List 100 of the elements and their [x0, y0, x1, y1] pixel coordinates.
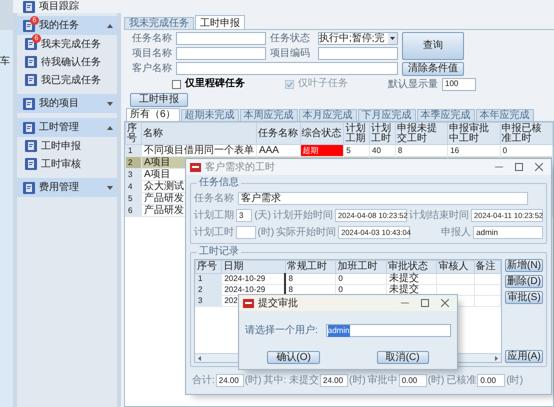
sidebar-group-label: 工时管理: [39, 120, 79, 135]
task-name-field[interactable]: 客户需求: [238, 192, 528, 205]
sidebar-group-header[interactable]: 工时管理: [17, 118, 117, 137]
sidebar-item-label: 我已完成任务: [41, 74, 101, 88]
default-count-field[interactable]: 100: [442, 78, 476, 90]
sidebar-group-label: 我的任务: [39, 18, 79, 33]
field-label: 申报人: [440, 228, 472, 238]
total-field[interactable]: 24.00: [320, 374, 348, 387]
total-label: 已核准: [446, 374, 476, 388]
page-tab[interactable]: 工时申报: [195, 15, 245, 29]
field-label: 计划工时: [194, 228, 234, 238]
table-cell: 0: [336, 274, 386, 284]
row-number-cell[interactable]: 3: [126, 168, 142, 180]
app-title: 项目跟踪: [39, 2, 79, 12]
sidebar-item-label: 工时申报: [41, 140, 81, 154]
field-label: 客户名称: [132, 62, 172, 75]
column-header[interactable]: 名称: [141, 122, 256, 144]
column-header[interactable]: 加班工时: [336, 260, 386, 274]
filter-tab[interactable]: 本月应完成: [298, 109, 357, 121]
field-label: 任务名称: [132, 32, 172, 45]
dialog-action-button[interactable]: 审批(S): [505, 291, 543, 304]
filter-tab[interactable]: 本季应完成: [416, 109, 475, 121]
sidebar-group-label: 我的项目: [39, 96, 79, 111]
folder-document-icon: [23, 122, 35, 134]
unit-label: (时): [428, 374, 444, 388]
field-label: 请选择一个用户:: [245, 324, 318, 338]
scroll-right-icon[interactable]: [493, 354, 500, 362]
user-field[interactable]: admin: [326, 324, 451, 337]
dialog-button[interactable]: 确认(O): [267, 351, 320, 364]
field-label: 计划开始时间: [273, 210, 333, 220]
sidebar-item[interactable]: 我已完成任务: [17, 71, 117, 89]
document-icon: [25, 158, 37, 170]
checkbox[interactable]: [172, 80, 181, 88]
dialog-action-button[interactable]: 新增(N): [505, 259, 543, 272]
row-number-cell[interactable]: 1: [126, 144, 142, 156]
page-tab[interactable]: 我未完成任务: [124, 17, 194, 29]
folder-document-icon: [23, 98, 35, 110]
column-header[interactable]: 序号: [196, 260, 222, 274]
column-header[interactable]: 常规工时: [285, 260, 336, 274]
unit-label: (时): [506, 374, 524, 388]
maximize-icon[interactable]: [515, 163, 523, 171]
check-icon: [286, 80, 293, 88]
sidebar-item[interactable]: 工时申报: [17, 137, 117, 155]
row-number-cell[interactable]: 5: [126, 192, 142, 204]
row-number-cell[interactable]: 4: [126, 180, 142, 192]
filter-tab[interactable]: 本周应完成: [240, 109, 298, 121]
plan-days-field[interactable]: 3: [236, 209, 252, 222]
apply-button[interactable]: 应用(A): [505, 350, 543, 363]
task-name-field[interactable]: [176, 32, 266, 45]
unit-label: (时): [258, 228, 274, 238]
report-hours-button[interactable]: 工时申报: [130, 93, 188, 107]
app-logo-icon: [243, 298, 254, 308]
maximize-icon[interactable]: [421, 299, 429, 307]
document-icon: [25, 140, 37, 152]
close-icon[interactable]: [441, 299, 449, 307]
sidebar-item[interactable]: 待我确认任务: [17, 53, 117, 71]
column-header[interactable]: 备注: [474, 260, 500, 274]
total-field[interactable]: 0.00: [398, 374, 427, 387]
plan-hours-field[interactable]: [236, 226, 256, 239]
checkbox-label: 仅叶子任务: [298, 78, 348, 90]
filter-tab[interactable]: 所有（6）: [126, 108, 180, 121]
total-label: 其中: 未提交: [263, 374, 320, 388]
sidebar-group-header[interactable]: 我的项目: [17, 94, 117, 113]
sidebar-group-header[interactable]: 费用管理: [17, 178, 117, 197]
sidebar-item-label: 待我确认任务: [41, 56, 101, 70]
clear-filters-button[interactable]: 清除条件值: [402, 62, 464, 76]
table-cell: 3: [196, 296, 222, 306]
column-header[interactable]: 日期: [222, 260, 286, 274]
caret-down-icon: [107, 186, 113, 190]
side-label: 车: [0, 54, 11, 69]
column-header[interactable]: 序号: [126, 122, 142, 144]
reporter-field[interactable]: admin: [473, 226, 543, 239]
sidebar-item[interactable]: 工时审核: [17, 155, 117, 173]
unit-label: (时): [244, 374, 262, 388]
project-code-field[interactable]: [318, 47, 398, 60]
dialog-action-button[interactable]: 删除(D): [505, 275, 543, 288]
table-cell: 2: [196, 284, 222, 296]
group-legend: 工时记录: [197, 246, 241, 258]
filter-tab[interactable]: 超期未完成: [180, 109, 239, 121]
total-label: 合计:: [192, 374, 215, 388]
sidebar-item-label: 我未完成任务: [41, 38, 101, 52]
close-icon[interactable]: [535, 163, 543, 171]
row-number-cell[interactable]: 2: [126, 156, 142, 168]
total-field[interactable]: 24.00: [216, 374, 244, 387]
caret-down-icon: [107, 102, 113, 106]
row-number-cell[interactable]: 6: [126, 204, 142, 216]
dialog-button[interactable]: 取消(C): [376, 351, 429, 364]
project-name-field[interactable]: [176, 47, 266, 60]
column-header[interactable]: 审批状态: [386, 260, 437, 274]
query-button[interactable]: 查询: [402, 32, 464, 60]
total-field[interactable]: 0.00: [477, 374, 506, 387]
table-cell: 2024-10-29: [222, 274, 286, 284]
app-logo-icon: [190, 162, 201, 172]
customer-name-field[interactable]: [176, 62, 398, 75]
scroll-left-icon[interactable]: [196, 354, 203, 362]
filter-tab[interactable]: 下月应完成: [358, 109, 416, 121]
column-header[interactable]: 审核人: [436, 260, 474, 274]
unit-label: (天): [254, 210, 271, 220]
field-label: 任务状态: [270, 32, 311, 45]
filter-tab[interactable]: 本年应完成: [476, 109, 534, 121]
